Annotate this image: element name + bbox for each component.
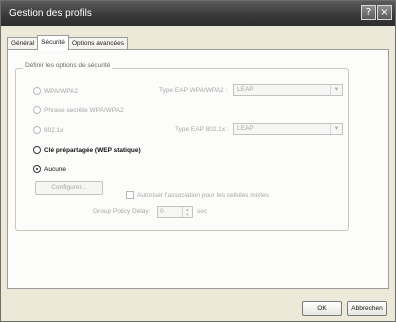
eap-8021x-label: Type EAP 802.1x :: [175, 126, 229, 133]
radio-8021x-label: 802.1x: [44, 126, 64, 134]
close-button[interactable]: ×: [377, 5, 392, 20]
allow-association-row: Autoriser l'association pour les cellule…: [126, 191, 269, 199]
eap-wpa-label: Type EAP WPA/WPA2 :: [159, 87, 228, 94]
title-buttons: ? ×: [360, 5, 392, 20]
tab-strip: Général Sécurité Options avancées: [7, 35, 129, 50]
security-options-legend: Définir les options de sécurité: [23, 62, 113, 69]
help-button[interactable]: ?: [361, 5, 376, 20]
radio-row-passphrase: Phrase secrète WPA/WPA2: [33, 106, 124, 114]
chevron-down-icon: ▼: [330, 124, 342, 134]
eap-wpa-select[interactable]: LEAP ▼: [233, 84, 343, 96]
radio-wpa[interactable]: [33, 87, 41, 95]
configure-button[interactable]: Configurer...: [35, 181, 103, 195]
group-policy-label: Group Policy Delay:: [93, 208, 151, 215]
radio-none-label: Aucune: [44, 165, 67, 173]
group-policy-value: 0: [160, 208, 164, 215]
radio-passphrase-label: Phrase secrète WPA/WPA2: [44, 106, 124, 114]
radio-wep-label: Clé prépartagée (WEP statique): [44, 146, 141, 154]
profile-management-window: Gestion des profils ? × Général Sécurité…: [0, 0, 396, 322]
allow-association-label: Autoriser l'association pour les cellule…: [137, 191, 270, 199]
eap-wpa-select-value: LEAP: [237, 86, 254, 93]
window-title: Gestion des profils: [9, 8, 92, 19]
cancel-button[interactable]: Abbrechen: [347, 301, 387, 316]
spinner-arrows-icon[interactable]: ▲ ▼: [182, 207, 192, 217]
radio-row-wpa: WPA/WPA2: [33, 87, 78, 95]
radio-row-none: Aucune: [33, 165, 66, 173]
radio-passphrase[interactable]: [33, 106, 41, 114]
eap-8021x-select-value: LEAP: [237, 125, 254, 132]
allow-association-checkbox[interactable]: [126, 191, 134, 199]
tab-security[interactable]: Sécurité: [37, 35, 69, 50]
radio-row-wep: Clé prépartagée (WEP statique): [33, 146, 141, 154]
title-bar: Gestion des profils ? ×: [1, 1, 395, 26]
ok-button[interactable]: OK: [302, 301, 342, 316]
group-policy-spinner[interactable]: 0 ▲ ▼: [157, 206, 193, 218]
radio-wep[interactable]: [33, 146, 41, 154]
radio-wpa-label: WPA/WPA2: [44, 87, 79, 95]
radio-8021x[interactable]: [33, 126, 41, 134]
chevron-down-icon: ▼: [330, 85, 342, 95]
eap-8021x-select[interactable]: LEAP ▼: [233, 123, 343, 135]
radio-none[interactable]: [33, 165, 41, 173]
radio-row-8021x: 802.1x: [33, 126, 64, 134]
group-policy-unit: sec: [197, 208, 208, 215]
